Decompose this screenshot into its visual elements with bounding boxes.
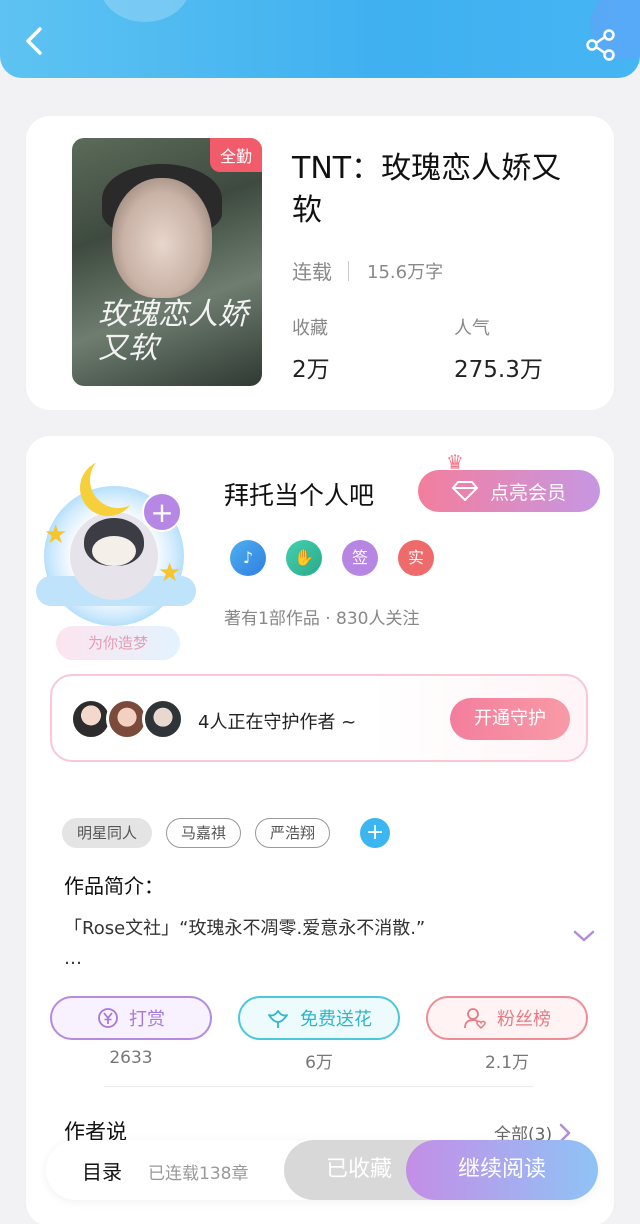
user-heart-icon bbox=[464, 1008, 486, 1030]
author-meta: 著有1部作品 · 830人关注 bbox=[224, 609, 420, 629]
verified-badge[interactable]: 实 bbox=[398, 540, 434, 576]
guard-avatars[interactable] bbox=[70, 698, 184, 740]
decor-bubble bbox=[100, 0, 190, 22]
tip-count: 2633 bbox=[109, 1048, 153, 1068]
avatar bbox=[142, 698, 184, 740]
music-badge-icon[interactable]: ♪ bbox=[230, 540, 266, 576]
book-cover[interactable]: 玫瑰恋人娇又软 全勤 bbox=[72, 138, 262, 386]
intro-line: 「Rose文社」“玫瑰永不凋零.爱意永不消散.” bbox=[64, 918, 426, 939]
vip-button[interactable]: 点亮会员 bbox=[418, 470, 600, 512]
table-of-contents-button[interactable]: 目录 bbox=[82, 1156, 122, 1185]
diamond-icon bbox=[451, 481, 478, 501]
vip-button-label: 点亮会员 bbox=[489, 481, 566, 504]
tag-item[interactable]: 严浩翔 bbox=[255, 818, 331, 848]
signed-badge[interactable]: 签 bbox=[342, 540, 378, 576]
guard-section: 4人正在守护作者 ~ 开通守护 bbox=[50, 674, 588, 762]
avatar-frame-tag: 为你造梦 bbox=[56, 626, 180, 660]
tip-button[interactable]: 打赏 bbox=[50, 996, 212, 1040]
follow-plus-button[interactable]: + bbox=[142, 492, 182, 532]
moon-icon bbox=[90, 452, 146, 508]
intro-line: … bbox=[64, 948, 82, 969]
guard-text: 4人正在守护作者 ~ bbox=[198, 712, 357, 733]
divider bbox=[104, 1086, 534, 1087]
divider bbox=[348, 260, 349, 281]
share-icon bbox=[586, 29, 615, 61]
book-info-card: 玫瑰恋人娇又软 全勤 TNT：玫瑰恋人娇又软 连载 15.6万字 收藏 2万 人… bbox=[26, 116, 614, 410]
popularity-label: 人气 bbox=[454, 318, 490, 339]
favorites-label: 收藏 bbox=[292, 318, 328, 339]
popularity-value: 275.3万 bbox=[454, 357, 543, 383]
intro-title: 作品简介： bbox=[64, 874, 164, 898]
top-bar bbox=[0, 0, 640, 78]
yen-icon bbox=[98, 1008, 118, 1028]
tag-item[interactable]: 马嘉祺 bbox=[166, 818, 242, 848]
tip-label: 打赏 bbox=[129, 1009, 165, 1030]
book-title: TNT：玫瑰恋人娇又软 bbox=[292, 151, 562, 228]
fan-count: 2.1万 bbox=[484, 1053, 530, 1073]
send-flower-label: 免费送花 bbox=[300, 1009, 372, 1030]
fan-ranking-label: 粉丝榜 bbox=[497, 1009, 551, 1030]
intro-text[interactable]: 「Rose文社」“玫瑰永不凋零.爱意永不消散.” … bbox=[64, 914, 544, 974]
author-card: ★ ★ + 为你造梦 拜托当个人吧 ♛ 点亮会员 ♪ ✋ 签 实 著有1部作品 … bbox=[26, 436, 614, 1224]
favorites-value: 2万 bbox=[292, 357, 330, 383]
author-avatar[interactable]: ★ ★ + 为你造梦 bbox=[30, 450, 200, 660]
continue-reading-button[interactable]: 继续阅读 bbox=[406, 1140, 598, 1200]
flower-count: 6万 bbox=[305, 1053, 333, 1073]
fan-ranking-button[interactable]: 粉丝榜 bbox=[426, 996, 588, 1040]
back-button[interactable] bbox=[18, 24, 52, 58]
star-icon: ★ bbox=[44, 520, 68, 550]
book-status-row: 连载 15.6万字 bbox=[292, 256, 443, 285]
handshake-badge-icon[interactable]: ✋ bbox=[286, 540, 322, 576]
author-name[interactable]: 拜托当个人吧 bbox=[224, 476, 374, 512]
send-flower-button[interactable]: 免费送花 bbox=[238, 996, 400, 1040]
avatar-image bbox=[92, 536, 136, 566]
star-icon: ★ bbox=[158, 558, 182, 588]
share-button[interactable] bbox=[584, 28, 618, 62]
full-attendance-badge: 全勤 bbox=[209, 138, 262, 172]
flower-icon bbox=[268, 1010, 288, 1028]
bottom-action-bar: 目录 已连载138章 已收藏 继续阅读 bbox=[46, 1140, 598, 1200]
open-guard-button[interactable]: 开通守护 bbox=[450, 698, 570, 740]
author-badges: ♪ ✋ 签 实 bbox=[230, 540, 434, 576]
chevron-down-icon[interactable] bbox=[572, 924, 596, 948]
chevron-left-icon bbox=[26, 27, 42, 55]
cover-title-art: 玫瑰恋人娇又软 bbox=[98, 297, 248, 366]
tag-item[interactable]: 明星同人 bbox=[62, 818, 153, 848]
add-tag-button[interactable]: + bbox=[360, 818, 391, 848]
word-count: 15.6万字 bbox=[367, 261, 444, 283]
chapter-count[interactable]: 已连载138章 bbox=[148, 1159, 248, 1184]
serial-status: 连载 bbox=[292, 260, 332, 284]
cover-art bbox=[112, 178, 212, 298]
tag-list: 明星同人 马嘉祺 严浩翔 + bbox=[62, 818, 391, 848]
